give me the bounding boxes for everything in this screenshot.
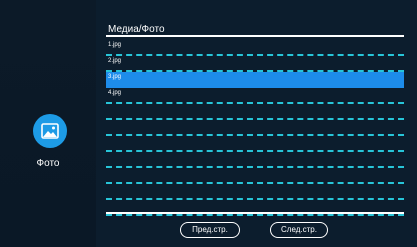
page-title: Медиа/Фото	[108, 24, 165, 35]
prev-page-button[interactable]: Пред.стр.	[180, 222, 240, 238]
sidebar-photo-label: Фото	[36, 158, 60, 169]
file-name: 4.jpg	[108, 90, 122, 96]
file-row[interactable]	[106, 104, 404, 120]
file-row[interactable]	[106, 136, 404, 152]
file-name: 2.jpg	[108, 58, 122, 64]
file-row[interactable]	[106, 152, 404, 168]
file-name: 3.jpg	[108, 74, 122, 80]
file-name: 1.jpg	[108, 42, 122, 48]
row-separator	[106, 214, 404, 216]
file-row[interactable]	[106, 168, 404, 184]
file-row[interactable]: 4.jpg	[106, 88, 404, 104]
file-row[interactable]: 1.jpg	[106, 40, 404, 56]
sidebar: Фото	[0, 0, 96, 247]
title-divider	[106, 35, 404, 37]
next-page-button[interactable]: След.стр.	[270, 222, 328, 238]
image-icon[interactable]	[33, 114, 67, 148]
file-row[interactable]: 3.jpg	[106, 72, 404, 88]
file-row[interactable]	[106, 120, 404, 136]
bottom-divider	[106, 212, 404, 214]
file-row[interactable]: 2.jpg	[106, 56, 404, 72]
file-row[interactable]	[106, 184, 404, 200]
file-list: 1.jpg 2.jpg 3.jpg 4.jpg	[106, 40, 404, 216]
